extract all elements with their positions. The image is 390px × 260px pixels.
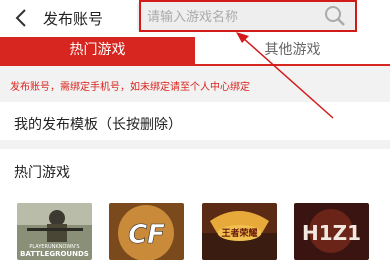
honor-of-kings-logo-text: 王者荣耀 [221, 227, 257, 239]
tab-other-games[interactable]: 其他游戏 [195, 37, 390, 64]
chevron-left-icon[interactable] [12, 7, 32, 29]
cf-logo-text: CF [128, 220, 165, 250]
game-tabs: 热门游戏 其他游戏 [0, 37, 390, 64]
section-divider [0, 140, 390, 149]
game-tile-pubg[interactable]: PLAYERUNKNOWN'S BATTLEGROUNDS [17, 203, 92, 260]
my-templates-heading[interactable]: 我的发布模板（长按删除） [14, 114, 182, 134]
tab-hot-games[interactable]: 热门游戏 [0, 37, 195, 64]
h1z1-logo-text: H1Z1 [302, 221, 361, 245]
hot-games-heading: 热门游戏 [14, 165, 70, 181]
game-tile-honor-of-kings[interactable]: 王者荣耀 [202, 203, 277, 260]
hot-games-list: PLAYERUNKNOWN'S BATTLEGROUNDS CF 王者荣耀 H1… [0, 203, 390, 260]
page-title: 发布账号 [43, 10, 104, 28]
search-input[interactable] [147, 8, 322, 26]
notice-bar: 发布账号，需绑定手机号，如未绑定请至个人中心绑定 [0, 66, 390, 102]
notice-text: 发布账号，需绑定手机号，如未绑定请至个人中心绑定 [10, 82, 250, 93]
search-icon[interactable] [322, 4, 348, 28]
top-bar: 发布账号 [0, 0, 390, 36]
pubg-logo-line2: BATTLEGROUNDS [20, 250, 89, 258]
game-tile-cf[interactable]: CF [109, 203, 184, 260]
game-tile-h1z1[interactable]: H1Z1 [294, 203, 369, 260]
